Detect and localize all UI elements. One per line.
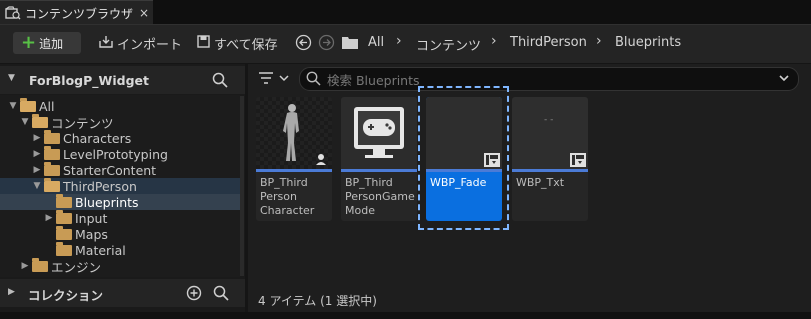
save-all-button[interactable]: すべて保存 (197, 33, 278, 53)
widget-blueprint-icon (570, 153, 586, 167)
save-icon (197, 34, 210, 52)
tree-item-label: Maps (75, 226, 108, 242)
add-button[interactable]: + 追加 (13, 32, 81, 54)
tree-item-label: エンジン (51, 259, 102, 275)
search-icon[interactable] (212, 72, 228, 91)
import-button[interactable]: インポート (99, 33, 182, 53)
collections-label: コレクション (28, 288, 104, 303)
asset-label: BP_Third PersonGame Mode (345, 176, 415, 217)
tree-arrow-icon[interactable]: ▶ (32, 149, 42, 159)
folder-icon (44, 177, 60, 192)
bottom-border (0, 312, 811, 319)
folder-icon (32, 113, 48, 128)
folder-icon (32, 257, 48, 272)
tree-item-label: Material (75, 242, 126, 258)
folder-icon (44, 145, 60, 160)
search-placeholder: 検索 Blueprints (327, 73, 420, 88)
expand-arrow-icon[interactable]: ▶ (8, 287, 15, 297)
search-icon[interactable] (213, 285, 229, 304)
tree-item-label: StarterContent (63, 162, 157, 178)
character-icon (256, 97, 332, 169)
tree-item-label: LevelPrototyping (63, 146, 168, 162)
folder-icon (56, 225, 72, 240)
folder-icon (56, 193, 72, 208)
asset-tile-selected[interactable]: WBP_Fade (426, 97, 502, 221)
plus-icon: + (21, 32, 37, 53)
tree-arrow-icon[interactable]: ▼ (20, 117, 30, 127)
filter-icon[interactable] (258, 70, 292, 89)
tree-item[interactable]: ▼ ThirdPerson (0, 177, 240, 194)
tree-arrow-icon[interactable]: ▶ (44, 213, 54, 223)
tree-arrow-icon[interactable]: ▶ (32, 133, 42, 143)
folder-icon (44, 161, 60, 176)
tree-arrow-icon[interactable]: ▼ (32, 181, 42, 191)
asset-thumbnail (256, 97, 332, 169)
asset-thumbnail (341, 97, 417, 169)
tree-item-label: コンテンツ (51, 115, 114, 131)
breadcrumb-separator[interactable]: › (596, 33, 602, 49)
breadcrumb-separator[interactable]: › (396, 33, 402, 49)
asset-label: WBP_Fade (430, 176, 487, 189)
asset-tile[interactable]: BP_Third PersonGame Mode (341, 97, 417, 221)
tree-item-label: Input (75, 210, 108, 226)
import-label: インポート (117, 37, 183, 53)
tree-arrow-icon[interactable]: ▼ (8, 101, 18, 111)
tree-item[interactable]: ▶ LevelPrototyping (0, 145, 240, 162)
close-icon[interactable]: × (139, 6, 149, 20)
asset-label: BP_Third Person Character (260, 176, 315, 217)
tree-item[interactable]: Material (0, 241, 240, 258)
content-browser-icon (5, 6, 21, 20)
tree-arrow-icon[interactable]: ▶ (20, 261, 30, 271)
project-title: ForBlogP_Widget (29, 73, 149, 88)
asset-thumbnail (426, 97, 502, 169)
game-mode-icon (354, 107, 404, 158)
tree-item[interactable]: ▼ All (0, 97, 240, 114)
breadcrumb-content[interactable]: コンテンツ (416, 35, 481, 54)
add-button-label: 追加 (39, 36, 64, 51)
status-text: 4 アイテム (1 選択中) (258, 294, 377, 308)
breadcrumb-separator[interactable]: › (491, 33, 497, 49)
save-all-label: すべて保存 (214, 37, 278, 53)
tab-title: コンテンツブラウザ (25, 6, 134, 21)
folder-icon (44, 129, 60, 144)
breadcrumb-all[interactable]: All (368, 35, 384, 50)
tree-item-label: ThirdPerson (63, 178, 137, 194)
widget-blueprint-icon (484, 153, 500, 167)
tab-content-browser[interactable]: コンテンツブラウザ × (0, 0, 153, 25)
back-icon[interactable] (295, 34, 312, 54)
tree-item[interactable]: ▶ Input (0, 209, 240, 226)
tree-item[interactable]: Maps (0, 225, 240, 242)
tree-item[interactable]: Blueprints (0, 193, 240, 210)
tree-arrow-icon[interactable]: ▶ (32, 165, 42, 175)
tree-item[interactable]: ▼ コンテンツ (0, 113, 240, 131)
tree-item-label: Blueprints (75, 194, 139, 210)
breadcrumb-thirdperson[interactable]: ThirdPerson (510, 35, 587, 50)
asset-preview-text: - - (544, 115, 554, 125)
tree-item-label: Characters (63, 130, 132, 146)
tree-scrollbar[interactable] (240, 96, 244, 276)
folder-icon (56, 241, 72, 256)
forward-icon[interactable] (318, 34, 335, 54)
tree-item-label: All (39, 98, 55, 114)
folder-icon (56, 209, 72, 224)
asset-tile[interactable]: - - WBP_Txt (512, 97, 588, 221)
add-circle-icon[interactable] (186, 285, 202, 304)
asset-label: WBP_Txt (516, 176, 565, 189)
asset-thumbnail: - - (512, 97, 588, 169)
folder-icon (20, 97, 36, 112)
import-icon (99, 35, 113, 52)
search-icon (306, 71, 321, 89)
tree-item[interactable]: ▶ Characters (0, 129, 240, 146)
folder-icon (342, 36, 358, 52)
breadcrumb-blueprints[interactable]: Blueprints (615, 35, 681, 50)
collapse-arrow-icon[interactable]: ▼ (8, 73, 15, 83)
chevron-down-icon[interactable] (778, 72, 790, 87)
tree-item[interactable]: ▶ エンジン (0, 257, 240, 275)
tree-item[interactable]: ▶ StarterContent (0, 161, 240, 178)
asset-tile[interactable]: BP_Third Person Character (256, 97, 332, 221)
